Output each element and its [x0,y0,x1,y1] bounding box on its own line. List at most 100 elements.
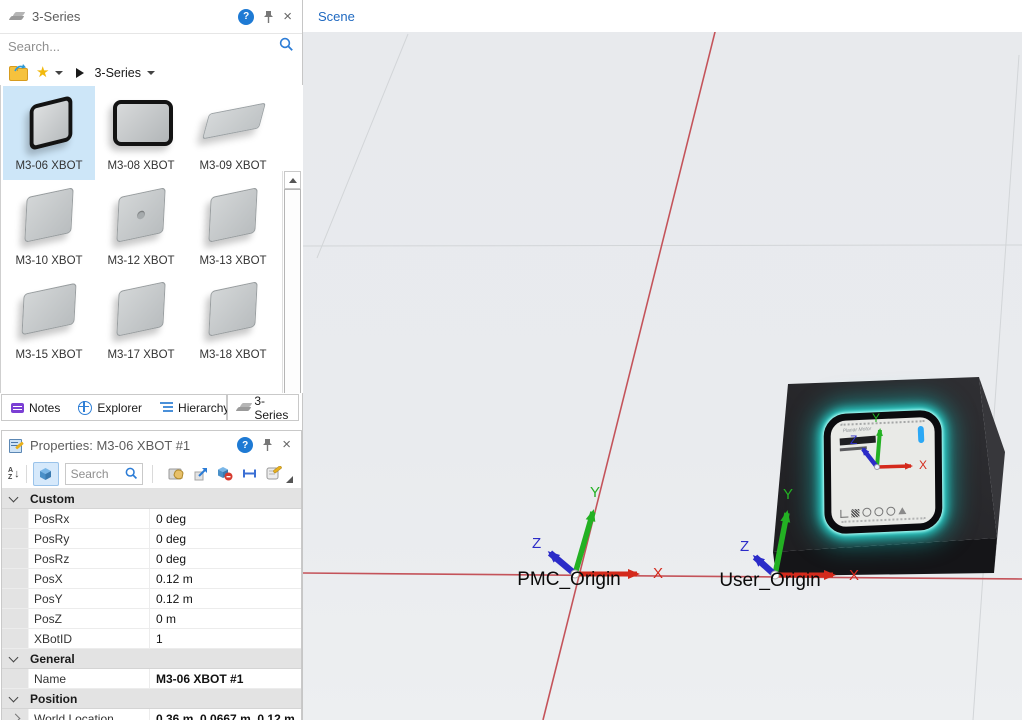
properties-title: Properties: M3-06 XBOT #1 [30,438,190,453]
collapse-chevron-icon [9,492,19,502]
sort-az-icon[interactable]: AZ ↓ [8,467,20,481]
help-button[interactable]: ? [237,437,253,453]
breadcrumb[interactable]: 3-Series [94,66,141,80]
scroll-up-icon[interactable] [284,171,301,189]
properties-search-input[interactable] [66,466,125,482]
library-panel-titlebar: 3-Series ? × [0,0,302,34]
collapse-chevron-icon [9,692,19,702]
dock-tab-group-active: 3-Series [227,394,299,421]
left-dock: 3-Series ? × ★ 3-Seri [0,0,303,720]
script-icon[interactable] [266,466,282,481]
xbot-thumbnail [208,281,257,336]
series-icon [237,402,249,413]
favorites-star-icon[interactable]: ★ [36,65,49,80]
xbot-thumbnail [113,100,173,146]
scrollbar-thumb[interactable] [284,189,301,393]
dock-tab-group: Notes Explorer Hierarchy [1,394,227,421]
rename-ibeam-icon[interactable] [242,467,257,480]
tab-3-series[interactable]: 3-Series [228,395,300,420]
library-panel-title: 3-Series [32,9,80,24]
axis-z-label: Z [532,536,541,551]
vertical-scrollbar[interactable] [282,171,300,393]
hierarchy-icon [160,402,173,413]
component-item[interactable]: M3-12 XBOT [95,181,187,275]
property-grid: Custom PosRx0 deg PosRy0 deg PosRz0 deg … [2,489,301,720]
property-row: PosZ0 m [2,609,301,629]
axis-z-label: Z [850,434,857,446]
remove-object-icon[interactable] [217,466,233,481]
push-hand-icon[interactable] [168,466,185,481]
axis-y-label: Y [783,487,793,502]
axis-x-label: X [653,566,663,581]
properties-toolbar: AZ ↓ [2,459,301,489]
property-row: World Location 0.36 m, 0.0667 m, 0.12 m [2,709,301,720]
property-row: PosRx0 deg [2,509,301,529]
axis-y-label: Y [872,412,880,424]
properties-icon [9,438,23,452]
toolbar-overflow-icon[interactable] [286,476,293,483]
component-item[interactable]: M3-08 XBOT [95,86,187,180]
tab-explorer[interactable]: Explorer [69,395,151,420]
xbot-thumbnail [30,95,73,151]
component-item[interactable]: M3-06 XBOT [3,86,95,180]
xbot-thumbnail [22,283,77,336]
property-row: PosRz0 deg [2,549,301,569]
expand-chevron-icon[interactable] [10,714,20,720]
axis-z-label: Z [740,539,749,554]
open-folder-icon[interactable] [9,66,28,79]
close-icon[interactable]: × [283,10,292,24]
component-item[interactable]: M3-17 XBOT [95,275,187,369]
search-icon[interactable] [125,467,138,480]
tab-scene[interactable]: Scene [303,9,355,24]
origin-triads [303,32,1022,720]
scene-tabbar: Scene [303,0,1022,33]
component-item[interactable]: M3-10 XBOT [3,181,95,275]
properties-search [65,463,143,485]
property-row: PosX0.12 m [2,569,301,589]
property-row: PosY0.12 m [2,589,301,609]
section-general[interactable]: General [2,649,301,669]
series-panel-icon [10,11,25,22]
component-grid: M3-06 XBOT M3-08 XBOT M3-09 XBOT M3-10 X… [0,85,303,393]
property-row: NameM3-06 XBOT #1 [2,669,301,689]
section-custom[interactable]: Custom [2,489,301,509]
property-row: XBotID1 [2,629,301,649]
pmc-origin-label: PMC_Origin [517,569,620,591]
xbot-thumbnail [116,187,165,242]
xbot-thumbnail [24,187,73,242]
component-item[interactable]: M3-15 XBOT [3,275,95,369]
object-view-button[interactable] [33,462,59,486]
close-icon[interactable]: × [282,438,291,452]
xbot-thumbnail [116,281,165,336]
3d-viewport[interactable]: Planar Motor [303,32,1022,720]
user-origin-label: User_Origin [719,570,820,592]
pin-icon[interactable] [263,10,274,24]
library-search-input[interactable] [0,38,279,55]
axis-x-label: X [849,568,859,583]
open-external-icon[interactable] [194,467,208,481]
section-position[interactable]: Position [2,689,301,709]
search-icon[interactable] [279,37,294,57]
breadcrumb-arrow-icon [76,68,84,78]
axis-x-label: X [919,459,927,471]
help-button[interactable]: ? [238,9,254,25]
component-item[interactable]: M3-09 XBOT [187,86,279,180]
component-item[interactable]: M3-13 XBOT [187,181,279,275]
axis-y-label: Y [590,485,600,500]
property-row: PosRy0 deg [2,529,301,549]
library-toolbar: ★ 3-Series [0,60,302,86]
xbot-thumbnail [208,187,257,242]
properties-panel: Properties: M3-06 XBOT #1 ? × AZ ↓ [1,430,302,720]
notes-icon [11,403,24,413]
properties-titlebar: Properties: M3-06 XBOT #1 ? × [2,431,301,459]
library-search [0,33,302,61]
collapse-chevron-icon [9,652,19,662]
tab-notes[interactable]: Notes [2,395,69,420]
pin-icon[interactable] [262,438,273,452]
application-window: 3-Series ? × ★ 3-Seri [0,0,1022,720]
tab-hierarchy[interactable]: Hierarchy [151,395,238,420]
xbot-thumbnail [202,103,266,140]
component-item[interactable]: M3-18 XBOT [187,275,279,369]
breadcrumb-dropdown-caret-icon[interactable] [147,71,155,75]
favorites-dropdown-caret-icon[interactable] [55,71,63,75]
